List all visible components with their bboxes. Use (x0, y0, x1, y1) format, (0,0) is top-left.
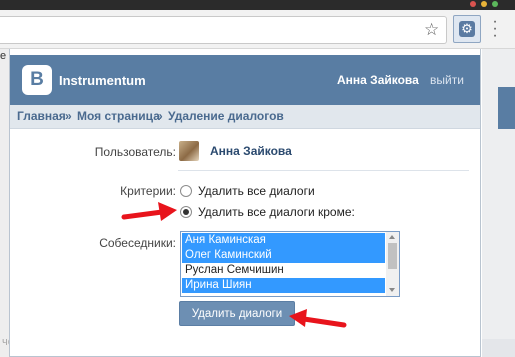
avatar (179, 141, 199, 161)
radio-delete-all-except-label[interactable]: Удалить все диалоги кроме: (198, 205, 355, 219)
listbox-scrollbar[interactable] (386, 232, 399, 296)
browser-tab-strip (0, 0, 515, 10)
app-title: Instrumentum (59, 73, 146, 88)
background-text: е (0, 50, 7, 62)
header-user-name[interactable]: Анна Зайкова (337, 73, 419, 87)
radio-delete-all[interactable] (180, 185, 192, 197)
extension-popup: B Instrumentum Анна Зайкова выйти Главна… (9, 49, 481, 357)
delete-dialogs-button[interactable]: Удалить диалоги (179, 301, 295, 326)
background-page-right (482, 49, 515, 357)
logo-letter: B (30, 69, 44, 90)
breadcrumb: Главная » Моя страница » Удаление диалог… (10, 105, 480, 129)
breadcrumb-separator: » (65, 109, 72, 123)
list-item[interactable]: Аня Каминская (182, 233, 385, 248)
background-page-left (0, 49, 9, 357)
popup-header: B Instrumentum Анна Зайкова выйти (10, 55, 480, 105)
window-control-dot[interactable] (481, 1, 487, 7)
scroll-thumb[interactable] (388, 243, 397, 269)
vk-logo-icon: B (22, 65, 52, 95)
radio-delete-all-except[interactable] (180, 206, 192, 218)
scroll-up-arrow-icon[interactable] (389, 235, 395, 239)
extension-button[interactable]: ⚙ (453, 15, 481, 43)
menu-icon[interactable]: · · · (490, 14, 500, 44)
list-item[interactable]: Руслан Семчишин (182, 263, 385, 278)
user-label: Пользователь: (94, 145, 176, 159)
breadcrumb-home[interactable]: Главная (17, 105, 66, 128)
background-band (482, 339, 515, 357)
star-icon[interactable]: ☆ (424, 21, 439, 39)
window-control-dot[interactable] (470, 1, 476, 7)
list-item[interactable]: Ирина Шиян (182, 278, 385, 293)
breadcrumb-my-page[interactable]: Моя страница (77, 105, 160, 128)
logout-link[interactable]: выйти (430, 73, 464, 87)
radio-delete-all-label[interactable]: Удалить все диалоги (198, 184, 315, 198)
interlocutors-listbox[interactable]: Аня Каминская Олег Каминский Руслан Семч… (180, 231, 400, 297)
user-value[interactable]: Анна Зайкова (210, 144, 292, 158)
breadcrumb-separator: » (156, 109, 163, 123)
breadcrumb-current: Удаление диалогов (168, 109, 284, 123)
list-item[interactable]: Олег Каминский (182, 248, 385, 263)
address-bar[interactable]: ☆ (0, 16, 447, 44)
extension-gear-icon: ⚙ (459, 21, 475, 37)
interlocutors-label: Собеседники: (99, 236, 176, 250)
divider (178, 170, 469, 171)
criteria-label: Критерии: (120, 184, 176, 198)
window-control-dot[interactable] (492, 1, 498, 7)
browser-toolbar: ☆ ⚙ · · · (0, 10, 515, 49)
scroll-down-arrow-icon[interactable] (389, 288, 395, 292)
background-header-strip (498, 87, 515, 129)
